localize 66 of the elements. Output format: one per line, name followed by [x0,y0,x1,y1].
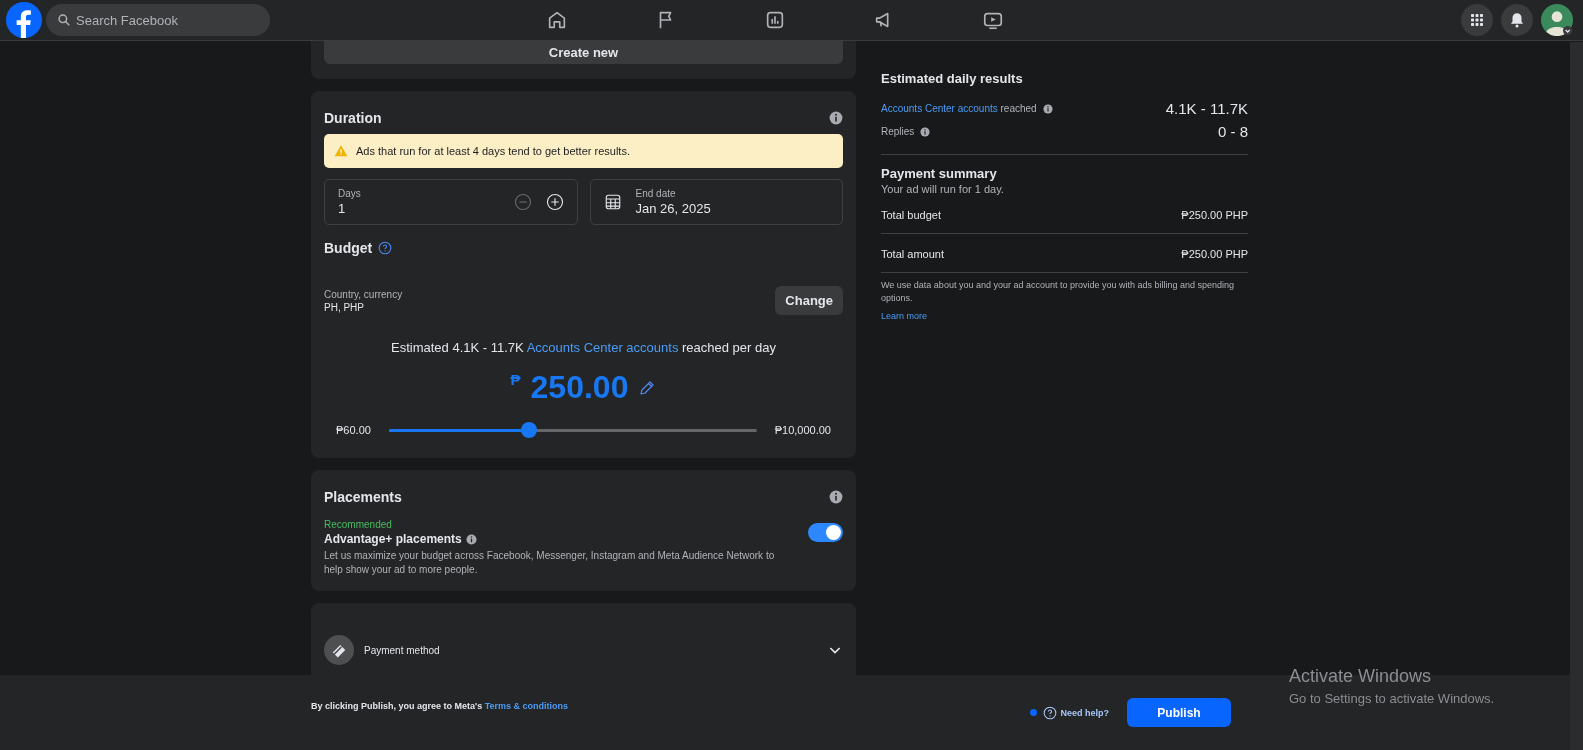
scrollbar[interactable] [1570,42,1583,750]
apps-menu-button[interactable] [1461,4,1493,36]
metric-value: 0 - 8 [1218,123,1248,140]
summary-label: Total budget [881,209,941,221]
card-icon [324,635,354,665]
field-value: Jan 26, 2025 [635,201,712,216]
field-label: Days [338,188,362,199]
section-title: Payment summary [881,166,998,181]
help-link[interactable]: Need help? [1043,705,1109,720]
billing-notice: We use data about you and your ad account to provide you with ads billing and spending options. [881,279,1236,305]
field-value: 1 [338,201,347,216]
bell-icon [1508,11,1526,29]
summary-label: Total amount [881,248,944,260]
status-dot-icon [1030,709,1038,716]
info-icon[interactable] [1042,103,1053,114]
estimate-text: Estimated 4.1K - 11.7K Accounts Center accounts reached per day [390,340,777,355]
country-value: PH, PHP [324,301,365,313]
warning-text: Ads that run for at least 4 days tend to get better results. [356,145,630,157]
help-icon [1043,705,1058,720]
change-button[interactable]: Change [775,286,843,315]
metric-label: Replies [881,126,915,137]
budget-amount: 250.00 [530,369,629,406]
option-title: Advantage+ placements [324,532,462,546]
activation-text: Go to Settings to activate Windows. [1289,691,1495,706]
create-new-button[interactable]: Create new [324,41,843,64]
days-field[interactable]: Days 1 [324,179,578,225]
publish-button[interactable]: Publish [1127,698,1231,727]
toggle-switch[interactable] [808,523,843,542]
info-icon[interactable] [920,126,931,137]
accounts-link[interactable]: Accounts Center accounts [526,340,679,355]
search-field[interactable]: Search Facebook [46,4,270,36]
avatar[interactable] [1541,4,1573,36]
warning-icon [334,144,348,158]
accounts-link[interactable]: Accounts Center accounts [881,103,998,114]
grid-icon [1468,11,1486,29]
facebook-logo[interactable] [6,2,42,38]
info-icon[interactable] [829,490,843,504]
learn-more-link[interactable]: Learn more [881,311,928,321]
field-label: End date [635,188,677,199]
summary-value: ₱250.00 PHP [1181,209,1248,221]
notifications-button[interactable] [1501,4,1533,36]
section-title: Estimated daily results [881,71,1024,86]
slider-max-label: ₱10,000.00 [774,424,831,436]
plus-icon[interactable] [545,193,564,211]
country-label: Country, currency [324,288,403,300]
info-icon[interactable] [829,111,843,125]
activation-title: Activate Windows [1289,666,1433,687]
metric-value: 4.1K - 11.7K [1165,100,1248,117]
payment-method-label: Payment method [364,644,441,656]
slider-thumb[interactable] [520,421,537,438]
currency-symbol: ₱ [510,371,521,388]
recommended-label: Recommended [324,519,393,530]
summary-subtitle: Your ad will run for 1 day. [881,183,1005,195]
metric-label: Accounts Center accounts reached [881,103,1037,114]
option-description: Let us maximize your budget across Facebook, Messenger, Instagram and Meta Audience Network to help show your ad to more people. [324,549,776,577]
help-icon[interactable] [378,241,393,255]
terms-link[interactable]: Terms & conditions [484,700,569,711]
summary-value: ₱250.00 PHP [1181,248,1248,260]
calendar-icon [603,193,622,211]
section-title: Duration [324,110,382,126]
section-title: Placements [324,489,402,505]
end-date-field[interactable]: End date Jan 26, 2025 [589,179,843,225]
info-icon[interactable] [465,533,477,545]
agreement-text: By clicking Publish, you agree to Meta's Terms & conditions [311,700,569,711]
slider-min-label: ₱60.00 [336,424,371,436]
section-title: Budget [324,240,373,256]
